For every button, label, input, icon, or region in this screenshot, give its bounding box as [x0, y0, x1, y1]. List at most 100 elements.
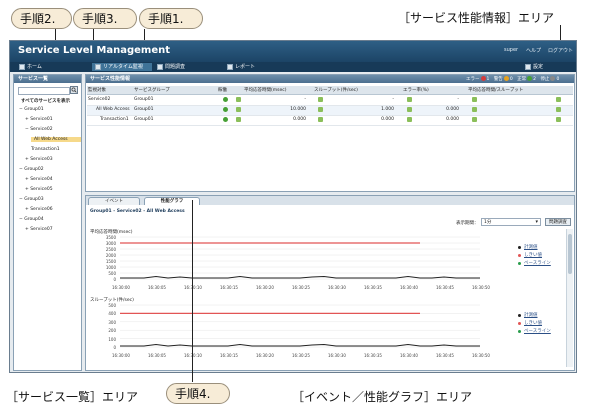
y-tick-label: 2000 — [105, 253, 116, 258]
row-divider — [87, 115, 573, 116]
period-label: 表示期間： — [456, 221, 479, 226]
table-header-cell[interactable]: サービスグループ — [134, 87, 170, 93]
row-divider — [87, 125, 573, 126]
table-header-cell[interactable]: 監視対象 — [88, 87, 106, 93]
status-ok-icon — [223, 117, 228, 122]
leader-step4 — [192, 200, 193, 382]
row-response: 0.000 — [293, 117, 306, 122]
tree-item[interactable]: − Group03 — [19, 197, 44, 202]
x-tick-label: 16:30:45 — [436, 285, 454, 290]
user-name: super — [504, 47, 519, 53]
title-bar: Service Level Management super ヘルプ ログアウト — [10, 41, 576, 62]
row-throughput: 1.000 — [381, 107, 394, 112]
service-list-panel: サービス一覧 すべてのサービスを表示 − Group01 + Service01 −… — [13, 74, 82, 371]
y-tick-label: 300 — [108, 319, 116, 325]
legend-item[interactable]: しきい値 — [524, 252, 542, 258]
event-graph-panel: イベント 性能グラフ Group01 - Service02 - All Web… — [85, 195, 575, 371]
help-link[interactable]: ヘルプ — [526, 47, 541, 54]
legend-marker — [518, 246, 521, 249]
measured-line — [120, 276, 480, 279]
legend-item[interactable]: ベースライン — [524, 328, 551, 334]
status-warning-count: 0 — [509, 77, 513, 82]
report-icon — [227, 63, 233, 70]
monitor-icon — [95, 63, 101, 70]
trend-icon — [472, 117, 477, 122]
area-label-performance: ［サービス性能情報］エリア — [398, 11, 555, 25]
table-header-cell[interactable]: エラー率(%) — [403, 87, 429, 93]
logout-link[interactable]: ログアウト — [548, 47, 573, 54]
tree-item[interactable]: − Group02 — [19, 167, 44, 172]
row-target: Service02 — [88, 97, 111, 102]
status-summary: エラー 1 警告 0 正常 2 停止 0 — [466, 76, 559, 82]
menu-bar: ホーム リアルタイム監視 問題調査 レポート 設定 — [10, 62, 576, 72]
y-tick-label: 500 — [108, 303, 116, 308]
x-tick-label: 16:30:00 — [112, 285, 130, 290]
x-tick-label: 16:30:20 — [256, 353, 274, 358]
tree-item[interactable]: + Service06 — [25, 207, 53, 212]
trend-icon — [472, 97, 477, 102]
table-header-cell[interactable]: スループット(件/sec) — [314, 87, 358, 93]
search-button[interactable] — [70, 86, 78, 94]
menu-home[interactable]: ホーム — [16, 63, 45, 71]
show-all-services[interactable]: すべてのサービスを表示 — [21, 98, 70, 104]
tree-item[interactable]: − Group04 — [19, 217, 44, 222]
callout-step3: 手順3. — [73, 8, 137, 29]
chart-plot — [120, 304, 480, 348]
service-search-input[interactable] — [18, 87, 70, 95]
tree-item[interactable]: − Group01 — [19, 107, 44, 112]
legend-item[interactable]: しきい値 — [524, 320, 542, 326]
x-tick-label: 16:30:05 — [148, 353, 166, 358]
tree-item[interactable]: + Service03 — [25, 157, 53, 162]
y-tick-label: 0 — [113, 277, 116, 282]
menu-report[interactable]: レポート — [224, 63, 258, 71]
trend-icon — [472, 107, 477, 112]
chart-plot — [120, 236, 480, 280]
legend-marker — [518, 314, 521, 317]
row-response: 10.000 — [290, 107, 306, 112]
y-tick-label: 1500 — [105, 259, 116, 264]
table-header-cell[interactable]: 稼働 — [218, 87, 227, 93]
y-tick-label: 2500 — [105, 247, 116, 252]
trend-icon — [556, 117, 561, 122]
stopped-icon — [550, 76, 556, 81]
tree-item[interactable]: All Web Access — [31, 137, 81, 142]
table-header-cell[interactable]: 平均応答時間/スループット — [468, 87, 523, 93]
tab-event[interactable]: イベント — [88, 197, 140, 205]
legend-marker — [518, 254, 521, 257]
row-response: - — [304, 97, 306, 102]
trend-icon — [407, 97, 412, 102]
legend-item[interactable]: 計測値 — [524, 244, 538, 250]
legend-item[interactable]: ベースライン — [524, 260, 551, 266]
row-target: Transaction1 — [100, 117, 129, 122]
trend-icon — [318, 97, 323, 102]
menu-realtime[interactable]: リアルタイム監視 — [92, 63, 152, 71]
graph-scrollbar[interactable] — [566, 229, 573, 367]
x-tick-label: 16:30:40 — [400, 285, 418, 290]
status-stopped-label: 停止 — [540, 77, 550, 82]
tree-item[interactable]: − Service02 — [25, 127, 53, 132]
tree-item[interactable]: + Service04 — [25, 177, 53, 182]
menu-problem[interactable]: 問題調査 — [154, 63, 188, 71]
trend-icon — [407, 117, 412, 122]
y-tick-label: 3500 — [105, 235, 116, 240]
table-header-cell[interactable]: 平均応答時間(msec) — [244, 87, 286, 93]
x-tick-label: 16:30:30 — [328, 285, 346, 290]
tree-item[interactable]: + Service01 — [25, 117, 53, 122]
tree-item[interactable]: Transaction1 — [31, 147, 60, 152]
status-normal-label: 正常 — [517, 77, 527, 82]
tree-item[interactable]: + Service07 — [25, 227, 53, 232]
tree-item[interactable]: + Service05 — [25, 187, 53, 192]
y-tick-label: 3000 — [105, 241, 116, 246]
y-tick-label: 1000 — [105, 265, 116, 270]
menu-settings[interactable]: 設定 — [522, 63, 546, 71]
legend-item[interactable]: 計測値 — [524, 312, 538, 318]
x-tick-label: 16:30:25 — [292, 285, 310, 290]
x-tick-label: 16:30:00 — [112, 353, 130, 358]
legend-marker — [518, 330, 521, 333]
status-normal-count: 2 — [533, 77, 536, 82]
period-select[interactable]: 1分 ▾ — [481, 218, 541, 226]
scrollbar-thumb[interactable] — [568, 234, 572, 274]
problem-investigation-button[interactable]: 問題調査 — [545, 218, 571, 226]
x-tick-label: 16:30:50 — [472, 353, 490, 358]
x-tick-label: 16:30:25 — [292, 353, 310, 358]
